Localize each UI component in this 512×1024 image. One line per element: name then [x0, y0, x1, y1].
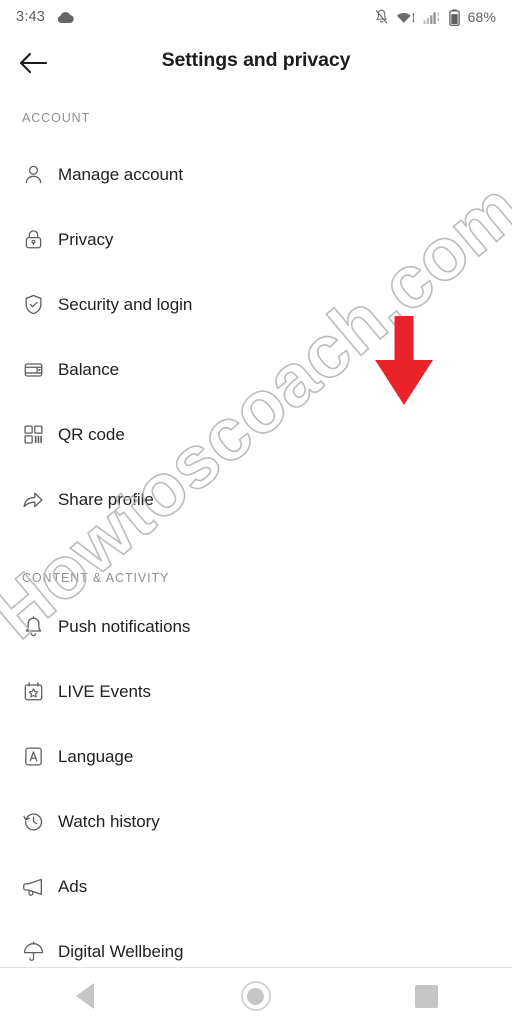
list-item-watch-history[interactable]: Watch history	[0, 789, 512, 854]
section-header-account: ACCOUNT	[22, 111, 91, 125]
nav-recents-button[interactable]	[391, 968, 463, 1024]
calendar-star-icon	[22, 681, 44, 703]
lock-icon	[22, 229, 44, 251]
umbrella-icon	[22, 941, 44, 963]
qr-code-icon	[22, 424, 44, 446]
list-item-ads[interactable]: Ads	[0, 854, 512, 919]
list-item-label: Ads	[58, 876, 88, 896]
cellular-signal-icon	[423, 10, 442, 25]
list-item-label: QR code	[58, 424, 125, 444]
list-item-language[interactable]: Language	[0, 724, 512, 789]
nav-back-button[interactable]	[49, 968, 121, 1024]
list-item-label: Privacy	[58, 229, 114, 249]
status-time: 3:43	[16, 9, 46, 25]
list-item-push-notifications[interactable]: Push notifications	[0, 594, 512, 659]
list-item-label: Digital Wellbeing	[58, 941, 184, 961]
settings-list: ACCOUNT Manage account Privacy Security …	[0, 94, 512, 984]
section-header-content-activity: CONTENT & ACTIVITY	[22, 571, 170, 585]
battery-icon	[448, 8, 460, 26]
nav-home-circle-fill	[247, 987, 265, 1005]
list-item-qr-code[interactable]: QR code	[0, 402, 512, 467]
nav-home-button[interactable]	[220, 968, 292, 1024]
list-item-manage-account[interactable]: Manage account	[0, 142, 512, 207]
letter-a-box-icon	[22, 746, 44, 768]
megaphone-icon	[22, 876, 44, 898]
status-bar-left: 3:43	[16, 9, 75, 25]
nav-recents-square-icon	[415, 984, 439, 1008]
list-item-label: Push notifications	[58, 616, 191, 636]
nav-home-circle-icon	[240, 981, 271, 1011]
status-bar: 3:43 68%	[0, 0, 512, 34]
share-arrow-icon	[22, 489, 44, 511]
list-item-label: Language	[58, 746, 134, 766]
app-bar: Settings and privacy	[0, 34, 512, 94]
list-item-label: Security and login	[58, 294, 193, 314]
nav-back-triangle-icon	[76, 983, 95, 1009]
phone-screen: 3:43 68% Settings and privacy ACCOUNT Ma…	[0, 0, 512, 1024]
bell-slash-icon	[374, 9, 389, 25]
wallet-icon	[22, 359, 44, 381]
list-item-label: LIVE Events	[58, 681, 151, 701]
list-item-privacy[interactable]: Privacy	[0, 207, 512, 272]
list-item-share-profile[interactable]: Share profile	[0, 467, 512, 532]
page-title: Settings and privacy	[161, 49, 351, 71]
person-icon	[22, 164, 44, 186]
shield-check-icon	[22, 294, 44, 316]
android-navigation-bar	[0, 967, 512, 1024]
list-item-live-events[interactable]: LIVE Events	[0, 659, 512, 724]
list-item-balance[interactable]: Balance	[0, 337, 512, 402]
cloud-icon	[56, 11, 75, 24]
list-item-label: Manage account	[58, 164, 183, 184]
list-item-label: Share profile	[58, 489, 154, 509]
battery-percent: 68%	[467, 9, 496, 25]
list-item-security-and-login[interactable]: Security and login	[0, 272, 512, 337]
list-item-label: Balance	[58, 359, 120, 379]
clock-rewind-icon	[22, 811, 44, 833]
wifi-icon	[396, 10, 416, 25]
list-item-label: Watch history	[58, 811, 160, 831]
status-bar-right: 68%	[374, 8, 496, 26]
bell-icon	[22, 616, 44, 638]
